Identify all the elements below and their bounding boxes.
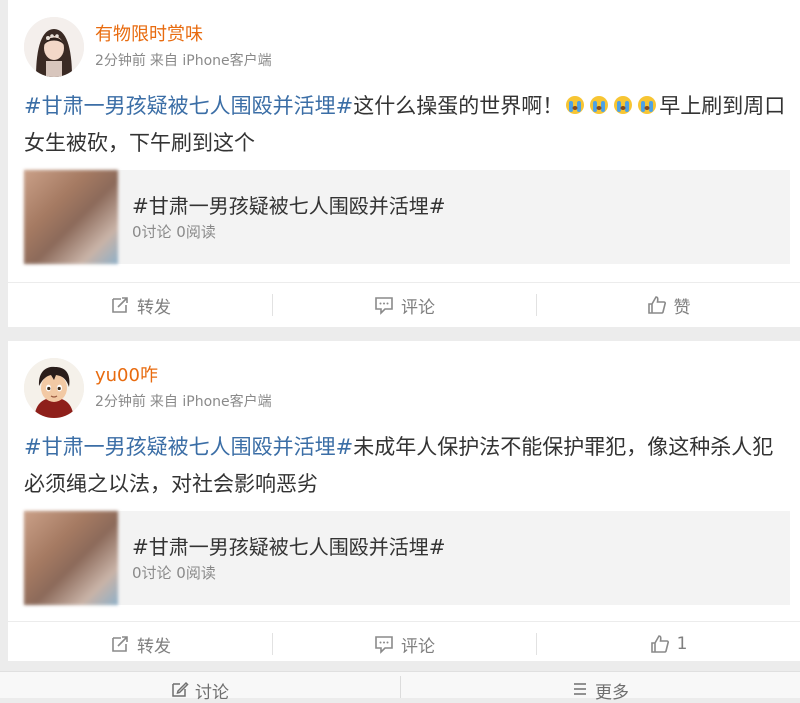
avatar[interactable]	[24, 17, 84, 77]
post-meta: 2分钟前 来自 iPhone客户端	[95, 50, 272, 70]
post-source: 来自 iPhone客户端	[149, 394, 272, 410]
username[interactable]: yu00咋	[95, 361, 158, 387]
topic-share-stats: 0讨论 0阅读	[132, 564, 216, 582]
crying-face-emoji	[614, 96, 633, 114]
repost-icon	[112, 636, 128, 652]
like-button[interactable]: 赞	[536, 283, 800, 327]
topic-link[interactable]: #甘肃一男孩疑被七人围殴并活埋#	[24, 94, 353, 118]
more-label: 更多	[595, 683, 629, 703]
discuss-button[interactable]: 讨论	[0, 672, 400, 703]
comment-button[interactable]: 评论	[272, 622, 536, 666]
discuss-label: 讨论	[195, 683, 229, 703]
post-content: #甘肃一男孩疑被七人围殴并活埋#这什么操蛋的世界啊！ 早上刷到周口女生被砍，下午刷…	[24, 88, 794, 162]
repost-icon	[112, 297, 128, 313]
comment-label: 评论	[401, 297, 435, 318]
post-card: yu00咋 2分钟前 来自 iPhone客户端 #甘肃一男孩疑被七人围殴并活埋#未…	[8, 341, 800, 661]
crying-face-emoji	[566, 96, 585, 114]
post-text: 这什么操蛋的世界啊！	[353, 94, 564, 118]
topic-share-title: #甘肃一男孩疑被七人围殴并活埋#	[132, 194, 446, 218]
avatar[interactable]	[24, 358, 84, 418]
like-count: 1	[676, 634, 688, 654]
like-button[interactable]: 1	[536, 622, 800, 666]
comment-button[interactable]: 评论	[272, 283, 536, 327]
thumbs-up-icon	[650, 635, 669, 653]
post-source: 来自 iPhone客户端	[149, 53, 272, 69]
repost-button[interactable]: 转发	[8, 283, 272, 327]
repost-label: 转发	[137, 297, 171, 318]
topic-share-card[interactable]: #甘肃一男孩疑被七人围殴并活埋# 0讨论 0阅读	[24, 170, 790, 264]
topic-share-title: #甘肃一男孩疑被七人围殴并活埋#	[132, 535, 446, 559]
comment-label: 评论	[401, 636, 435, 657]
topic-thumbnail	[24, 511, 118, 605]
post-actions: 转发 评论 赞	[8, 282, 800, 327]
crying-face-emoji	[638, 96, 657, 114]
post-card: 有物限时赏味 2分钟前 来自 iPhone客户端 #甘肃一男孩疑被七人围殴并活埋#…	[8, 0, 800, 327]
username[interactable]: 有物限时赏味	[95, 20, 203, 46]
topic-share-stats: 0讨论 0阅读	[132, 223, 216, 241]
edit-icon	[172, 681, 189, 697]
topic-link[interactable]: #甘肃一男孩疑被七人围殴并活埋#	[24, 435, 353, 459]
topic-thumbnail	[24, 170, 118, 264]
menu-icon	[574, 683, 586, 695]
comment-icon	[375, 297, 393, 315]
post-time[interactable]: 2分钟前	[95, 394, 146, 410]
more-button[interactable]: 更多	[400, 672, 800, 703]
thumbs-up-icon	[647, 296, 666, 314]
topic-share-card[interactable]: #甘肃一男孩疑被七人围殴并活埋# 0讨论 0阅读	[24, 511, 790, 605]
repost-button[interactable]: 转发	[8, 622, 272, 666]
post-meta: 2分钟前 来自 iPhone客户端	[95, 391, 272, 411]
bottom-bar: 讨论 更多	[0, 671, 800, 703]
avatar-image	[24, 17, 84, 77]
emoji-group	[563, 94, 659, 118]
comment-icon	[375, 636, 393, 654]
crying-face-emoji	[590, 96, 609, 114]
post-time[interactable]: 2分钟前	[95, 53, 146, 69]
repost-label: 转发	[137, 636, 171, 657]
post-content: #甘肃一男孩疑被七人围殴并活埋#未成年人保护法不能保护罪犯，像这种杀人犯必须绳之…	[24, 429, 794, 503]
post-actions: 转发 评论 1	[8, 621, 800, 666]
avatar-image	[24, 358, 84, 418]
like-label: 赞	[673, 297, 691, 318]
